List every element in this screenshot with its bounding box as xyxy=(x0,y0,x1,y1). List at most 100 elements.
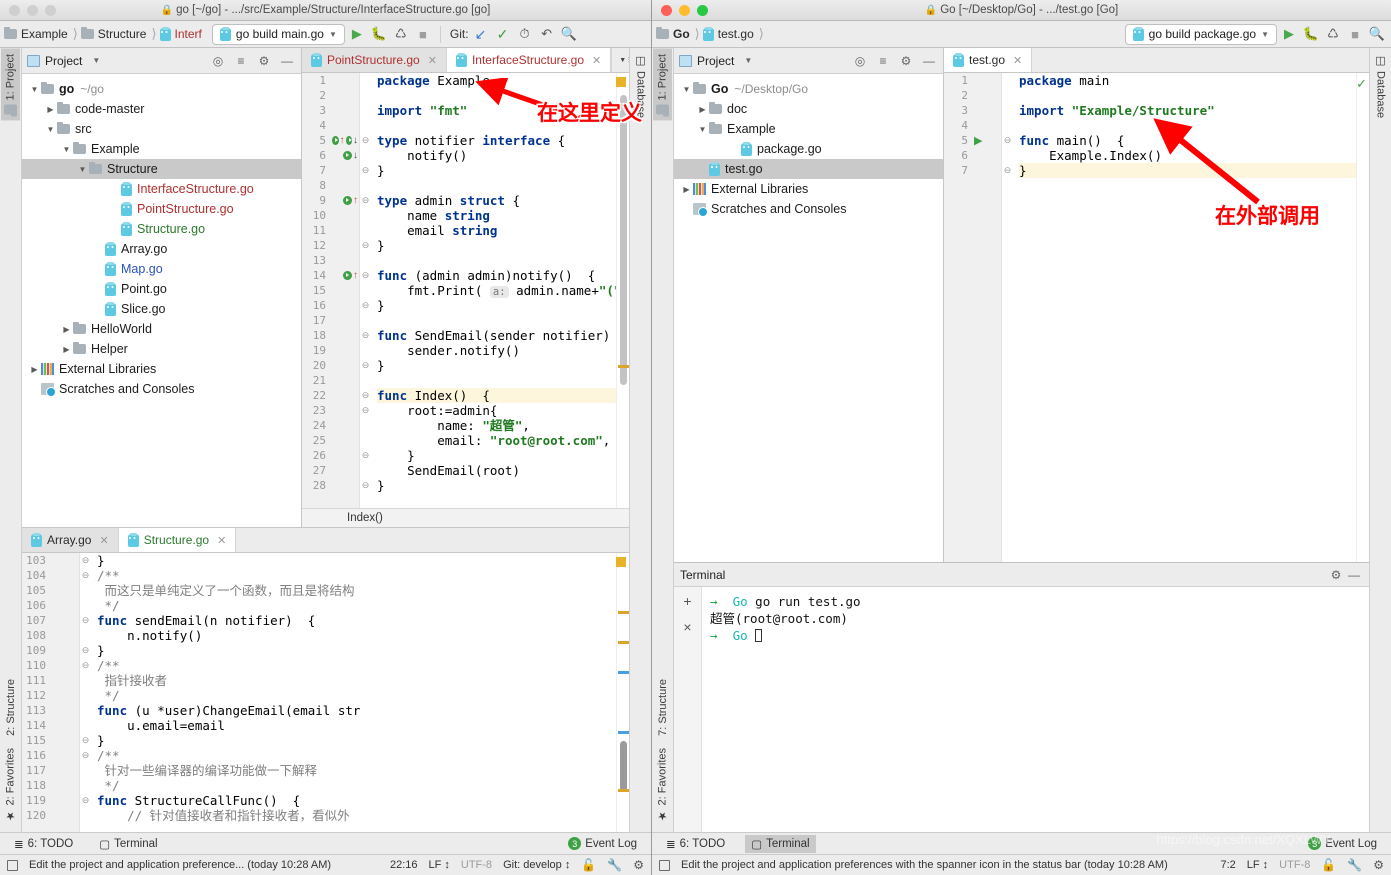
code-line[interactable]: Example.Index() xyxy=(1019,148,1356,163)
run-button[interactable]: ▶ xyxy=(347,24,367,44)
sidebar-item-favorites[interactable]: ★ 2: Favorites xyxy=(1,742,20,828)
code-line[interactable]: /** xyxy=(97,658,616,673)
code-line[interactable]: 而这只是单纯定义了一个函数，而且是将结构 xyxy=(97,583,616,598)
sidebar-item-structure[interactable]: 7: Structure xyxy=(654,673,672,742)
chevron-right-icon[interactable]: ▶ xyxy=(28,365,41,374)
code-line[interactable]: } xyxy=(1019,163,1356,178)
code-line[interactable]: } xyxy=(377,448,616,463)
minimize-window-button[interactable] xyxy=(679,4,690,16)
tree-row[interactable]: ▶ doc xyxy=(674,99,943,119)
tool-button-todo[interactable]: ≣ 6: TODO xyxy=(660,835,731,853)
git-commit-icon[interactable]: ✓ xyxy=(493,24,513,44)
code-line[interactable]: */ xyxy=(97,778,616,793)
tree-row[interactable]: ▼ Go ~/Desktop/Go xyxy=(674,79,943,99)
stop-button[interactable]: ■ xyxy=(413,24,433,44)
editor-tab-testgo[interactable]: test.go ✕ xyxy=(944,48,1033,72)
fold-collapse-icon[interactable]: ⊖ xyxy=(361,163,370,178)
caret-position[interactable]: 22:16 xyxy=(390,859,418,871)
tree-row[interactable]: Scratches and Consoles xyxy=(22,379,301,399)
code-line[interactable]: // 针对值接收者和指针接收者，看似外 xyxy=(97,808,616,823)
tool-button-event-log[interactable]: 3 Event Log xyxy=(562,835,643,852)
tree-row[interactable]: ▼ go ~/go xyxy=(22,79,301,99)
code-line[interactable]: 针对一些编译器的编译功能做一下解释 xyxy=(97,763,616,778)
editor-tab-interfacestructure[interactable]: InterfaceStructure.go ✕ xyxy=(446,48,612,72)
left-bottom-code-text[interactable]: }/** 而这只是单纯定义了一个函数，而且是将结构 */func sendEma… xyxy=(91,553,616,832)
left-top-editor-breadcrumb[interactable]: Index() xyxy=(302,508,629,527)
caret-position[interactable]: 7:2 xyxy=(1220,859,1235,871)
code-line[interactable]: /** xyxy=(97,748,616,763)
lock-icon[interactable]: 🔓 xyxy=(1321,858,1336,872)
chevron-right-icon[interactable]: ▶ xyxy=(696,105,709,114)
code-line[interactable]: } xyxy=(97,733,616,748)
tree-row[interactable]: ▶ External Libraries xyxy=(22,359,301,379)
left-bottom-gutter[interactable]: 103 104 105 106 107 108 109 110 111 112 113 114 115 1… xyxy=(22,553,80,832)
tree-row[interactable]: package.go xyxy=(674,139,943,159)
warning-marker[interactable] xyxy=(616,77,626,87)
close-window-button[interactable] xyxy=(9,4,20,16)
run-configuration-selector[interactable]: go build main.go ▼ xyxy=(211,23,345,45)
sidebar-item-project[interactable]: 1: Project xyxy=(1,48,20,121)
tree-row[interactable]: PointStructure.go xyxy=(22,199,301,219)
code-line[interactable]: name: "超管", xyxy=(377,418,616,433)
gutter-implementation-marker[interactable]: ↑ ↓ xyxy=(332,133,358,148)
line-separator[interactable]: LF ↕ xyxy=(1247,859,1268,871)
code-line[interactable]: u.email=email xyxy=(97,718,616,733)
tree-row[interactable]: Scratches and Consoles xyxy=(674,199,943,219)
editor-tab-pointstructure[interactable]: PointStructure.go ✕ xyxy=(302,48,447,72)
fold-expand-icon[interactable]: ⊖ xyxy=(361,133,370,148)
fold-expand-icon[interactable]: ⊖ xyxy=(361,193,370,208)
tree-row[interactable]: InterfaceStructure.go xyxy=(22,179,301,199)
code-line[interactable]: } xyxy=(377,238,616,253)
chevron-right-icon[interactable]: ▶ xyxy=(44,105,57,114)
collapse-all-icon[interactable]: ≡ xyxy=(874,52,892,70)
sidebar-item-database[interactable]: ◫ Database xyxy=(1371,48,1390,124)
tree-row[interactable]: ▶ HelloWorld xyxy=(22,319,301,339)
code-line[interactable]: } xyxy=(377,163,616,178)
code-line[interactable]: */ xyxy=(97,598,616,613)
git-rollback-icon[interactable]: ↶ xyxy=(537,24,557,44)
tree-row[interactable]: test.go xyxy=(674,159,943,179)
chevron-down-icon[interactable]: ▼ xyxy=(680,85,693,94)
close-session-button[interactable]: × xyxy=(683,619,691,635)
right-marker-rail[interactable]: ✓ xyxy=(1356,73,1369,562)
file-encoding[interactable]: UTF-8 xyxy=(1279,859,1310,871)
fold-expand-icon[interactable]: ⊖ xyxy=(81,748,90,763)
hide-panel-icon[interactable]: — xyxy=(278,52,296,70)
run-with-coverage-button[interactable]: ♺ xyxy=(391,24,411,44)
fold-expand-icon[interactable]: ⊖ xyxy=(361,328,370,343)
code-line[interactable]: } xyxy=(377,478,616,493)
code-line[interactable] xyxy=(377,313,616,328)
maximize-window-button[interactable] xyxy=(697,4,708,16)
fold-expand-icon[interactable]: ⊖ xyxy=(81,658,90,673)
wrench-icon[interactable]: 🔧 xyxy=(607,858,622,872)
fold-expand-icon[interactable]: ⊖ xyxy=(81,568,90,583)
code-line[interactable]: type notifier interface { xyxy=(377,133,616,148)
close-icon[interactable]: ✕ xyxy=(428,54,437,67)
breadcrumb-example[interactable]: Example xyxy=(19,27,70,41)
tree-row[interactable]: ▼ Example xyxy=(674,119,943,139)
code-line[interactable]: package Example xyxy=(377,73,616,88)
hide-panel-icon[interactable]: — xyxy=(920,52,938,70)
fold-collapse-icon[interactable]: ⊖ xyxy=(361,298,370,313)
right-window-controls[interactable] xyxy=(661,4,708,16)
code-line[interactable]: func main() { xyxy=(1019,133,1356,148)
code-line[interactable]: func (admin admin)notify() { xyxy=(377,268,616,283)
code-line[interactable]: } xyxy=(377,358,616,373)
code-line[interactable]: */ xyxy=(97,688,616,703)
code-line[interactable]: package main xyxy=(1019,73,1356,88)
breadcrumb-go[interactable]: Go xyxy=(671,27,692,41)
tree-row[interactable]: Slice.go xyxy=(22,299,301,319)
tool-button-terminal[interactable]: ▢ Terminal xyxy=(745,834,816,853)
code-line[interactable] xyxy=(1019,88,1356,103)
fold-expand-icon[interactable]: ⊖ xyxy=(81,613,90,628)
hide-panel-icon[interactable]: — xyxy=(1345,566,1363,584)
locate-file-icon[interactable]: ◎ xyxy=(851,52,869,70)
fold-collapse-icon[interactable]: ⊖ xyxy=(361,238,370,253)
gutter-implementation-marker[interactable]: ↑ xyxy=(332,193,358,208)
code-line[interactable]: } xyxy=(97,553,616,568)
stop-button[interactable]: ■ xyxy=(1345,24,1365,44)
tree-row[interactable]: ▶ code-master xyxy=(22,99,301,119)
fold-collapse-icon[interactable]: ⊖ xyxy=(81,553,90,568)
code-line[interactable] xyxy=(377,88,616,103)
code-line[interactable]: func sendEmail(n notifier) { xyxy=(97,613,616,628)
